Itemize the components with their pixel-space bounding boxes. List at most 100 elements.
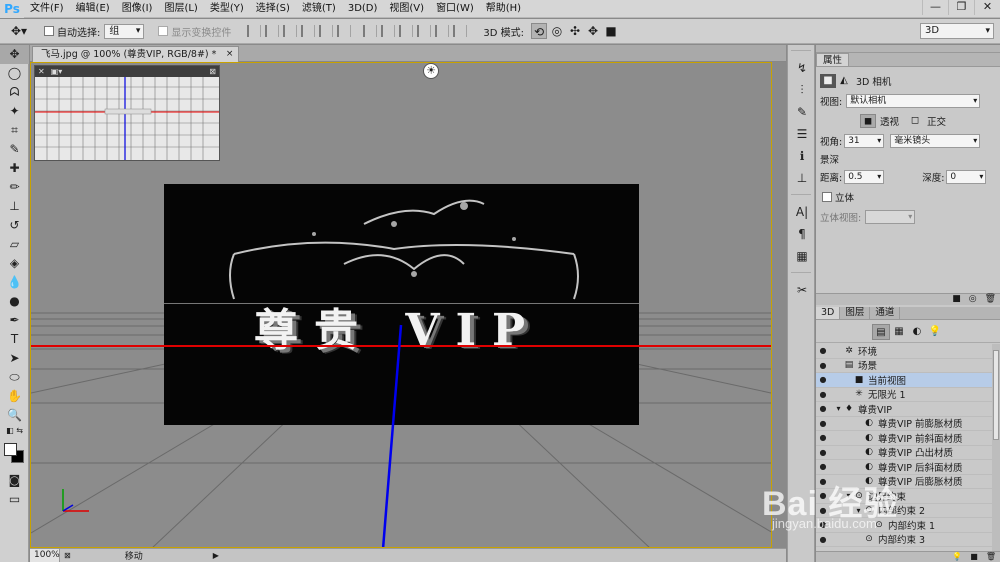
twirl-toggle-icon[interactable]: ▾: [834, 404, 843, 413]
status-info-icon[interactable]: ⊠: [64, 551, 71, 560]
eyedropper-icon[interactable]: ✎: [0, 140, 29, 159]
elliptical-marquee-icon[interactable]: ◯: [0, 64, 29, 83]
status-expand-icon[interactable]: ▶: [213, 551, 219, 560]
distribute-bottom-icon[interactable]: [399, 25, 414, 37]
distribute-right-icon[interactable]: [453, 25, 468, 37]
magic-wand-icon[interactable]: ✦: [0, 102, 29, 121]
menu-item[interactable]: 文件(F): [24, 0, 70, 18]
dodge-icon[interactable]: ●: [0, 292, 29, 311]
filter-scene-icon[interactable]: ▤: [872, 323, 890, 340]
menu-item[interactable]: 类型(Y): [204, 0, 250, 18]
swap-colors-icon[interactable]: ◧ ⇆: [0, 425, 29, 437]
menu-item[interactable]: 3D(D): [342, 0, 384, 18]
scene-row[interactable]: ● ▾ ♦ 尊贵VIP: [816, 402, 992, 417]
distribute-left-icon[interactable]: [417, 25, 432, 37]
character-panel-icon[interactable]: A|: [788, 201, 816, 223]
menu-item[interactable]: 图像(I): [116, 0, 159, 18]
scene-row[interactable]: ● ◐ 尊贵VIP 凸出材质: [816, 446, 992, 460]
tab-channels[interactable]: 通道: [870, 307, 901, 319]
actions-panel-icon[interactable]: ⫶: [788, 79, 816, 101]
ellipse-shape-icon[interactable]: ⬭: [0, 368, 29, 387]
stereo-checkbox[interactable]: [822, 192, 832, 202]
stereo-label[interactable]: 立体: [835, 190, 854, 204]
info-panel-icon[interactable]: ℹ: [788, 145, 816, 167]
brush-icon[interactable]: ✏: [0, 178, 29, 197]
align-hcenter-icon[interactable]: [319, 25, 334, 37]
visibility-eye-icon[interactable]: ●: [816, 419, 830, 428]
history-panel-icon[interactable]: ↯: [788, 57, 816, 79]
move-tool-preset-icon[interactable]: ✥▾: [0, 24, 38, 38]
zoom-icon[interactable]: 🔍: [0, 406, 29, 425]
adjustments-panel-icon[interactable]: ☰: [788, 123, 816, 145]
scene-row[interactable]: ● ■ 当前视图: [816, 373, 992, 388]
depth-field[interactable]: 0: [946, 170, 987, 184]
render-scene-icon[interactable]: ■: [970, 552, 978, 562]
distribute-top-icon[interactable]: [363, 25, 378, 37]
scene-list-scrollbar[interactable]: [992, 344, 1000, 551]
tab-close-icon[interactable]: ×: [226, 47, 234, 62]
history-brush-icon[interactable]: ↺: [0, 216, 29, 235]
workspace-dropdown[interactable]: 3D: [920, 23, 994, 39]
lasso-icon[interactable]: ᗣ: [0, 83, 29, 102]
menu-item[interactable]: 帮助(H): [480, 0, 527, 18]
distance-field[interactable]: 0.5: [844, 170, 885, 184]
document-tab[interactable]: 飞马.jpg @ 100% (尊贵VIP, RGB/8#) * ×: [32, 46, 240, 62]
tools-preset-panel-icon[interactable]: ✂: [788, 279, 816, 301]
filter-mesh-icon[interactable]: ▦: [890, 324, 908, 340]
delete-scene-item-icon[interactable]: 🗑: [986, 552, 996, 562]
add-light-icon[interactable]: 💡: [952, 552, 962, 562]
swatches-panel-icon[interactable]: ▦: [788, 245, 816, 267]
scene-row[interactable]: ● ◐ 尊贵VIP 前膨胀材质: [816, 417, 992, 431]
scene-row[interactable]: ● ✲ 环境: [816, 344, 992, 359]
rotate-3d-icon[interactable]: ⟲: [531, 23, 547, 39]
reset-icon[interactable]: ◎: [969, 294, 977, 305]
eraser-icon[interactable]: ▱: [0, 235, 29, 254]
align-right-icon[interactable]: [337, 25, 352, 37]
roll-3d-icon[interactable]: ◎: [549, 23, 565, 39]
screen-mode-icon[interactable]: ▭: [0, 490, 29, 509]
orthographic-label[interactable]: 正交: [927, 114, 946, 128]
perspective-label[interactable]: 透视: [880, 114, 899, 128]
menu-item[interactable]: 编辑(E): [70, 0, 116, 18]
distribute-vcenter-icon[interactable]: [381, 25, 396, 37]
tab-3d[interactable]: 3D: [816, 307, 841, 319]
align-vcenter-icon[interactable]: [265, 25, 280, 37]
scene-row[interactable]: ● ◐ 尊贵VIP 前斜面材质: [816, 431, 992, 446]
restore-button[interactable]: ❐: [948, 0, 974, 15]
fov-field[interactable]: 31: [844, 134, 885, 148]
pen-icon[interactable]: ✒: [0, 311, 29, 330]
fov-unit-dropdown[interactable]: 毫米镜头: [890, 134, 981, 148]
close-button[interactable]: ✕: [974, 0, 1000, 15]
auto-select-checkbox[interactable]: [44, 26, 54, 36]
visibility-eye-icon[interactable]: ●: [816, 390, 830, 399]
brush-panel-icon[interactable]: ✎: [788, 101, 816, 123]
crop-icon[interactable]: ⌗: [0, 121, 29, 140]
visibility-eye-icon[interactable]: ●: [816, 448, 830, 457]
filter-material-icon[interactable]: ◐: [908, 324, 926, 340]
menu-item[interactable]: 滤镜(T): [296, 0, 342, 18]
visibility-eye-icon[interactable]: ●: [816, 433, 830, 442]
visibility-eye-icon[interactable]: ●: [816, 404, 830, 413]
drag-3d-icon[interactable]: ✣: [567, 23, 583, 39]
hand-icon[interactable]: ✋: [0, 387, 29, 406]
visibility-eye-icon[interactable]: ●: [816, 346, 830, 355]
orthographic-icon[interactable]: ◻: [907, 114, 923, 128]
camera-3d-icon[interactable]: ■: [603, 23, 619, 39]
foreground-color-swatch[interactable]: [4, 443, 17, 456]
align-bottom-icon[interactable]: [283, 25, 298, 37]
visibility-eye-icon[interactable]: ●: [816, 375, 830, 384]
paragraph-panel-icon[interactable]: ¶: [788, 223, 816, 245]
zoom-level-field[interactable]: 100%: [30, 549, 60, 562]
canvas-area[interactable]: ✕ ▣▾ ⊠ ☀ 尊贵 VIP: [30, 62, 772, 548]
menu-item[interactable]: 图层(L): [158, 0, 203, 18]
scene-row[interactable]: ● ✳ 无限光 1: [816, 388, 992, 402]
perspective-icon[interactable]: ◼: [860, 114, 876, 128]
visibility-eye-icon[interactable]: ●: [816, 361, 830, 370]
clone-source-panel-icon[interactable]: ⊥: [788, 167, 816, 189]
auto-select-dropdown[interactable]: 组: [104, 23, 145, 39]
menu-item[interactable]: 选择(S): [250, 0, 296, 18]
distribute-hcenter-icon[interactable]: [435, 25, 450, 37]
minimize-button[interactable]: —: [922, 0, 948, 15]
scene-row[interactable]: ● ▤ 场景: [816, 359, 992, 373]
slide-3d-icon[interactable]: ✥: [585, 23, 601, 39]
